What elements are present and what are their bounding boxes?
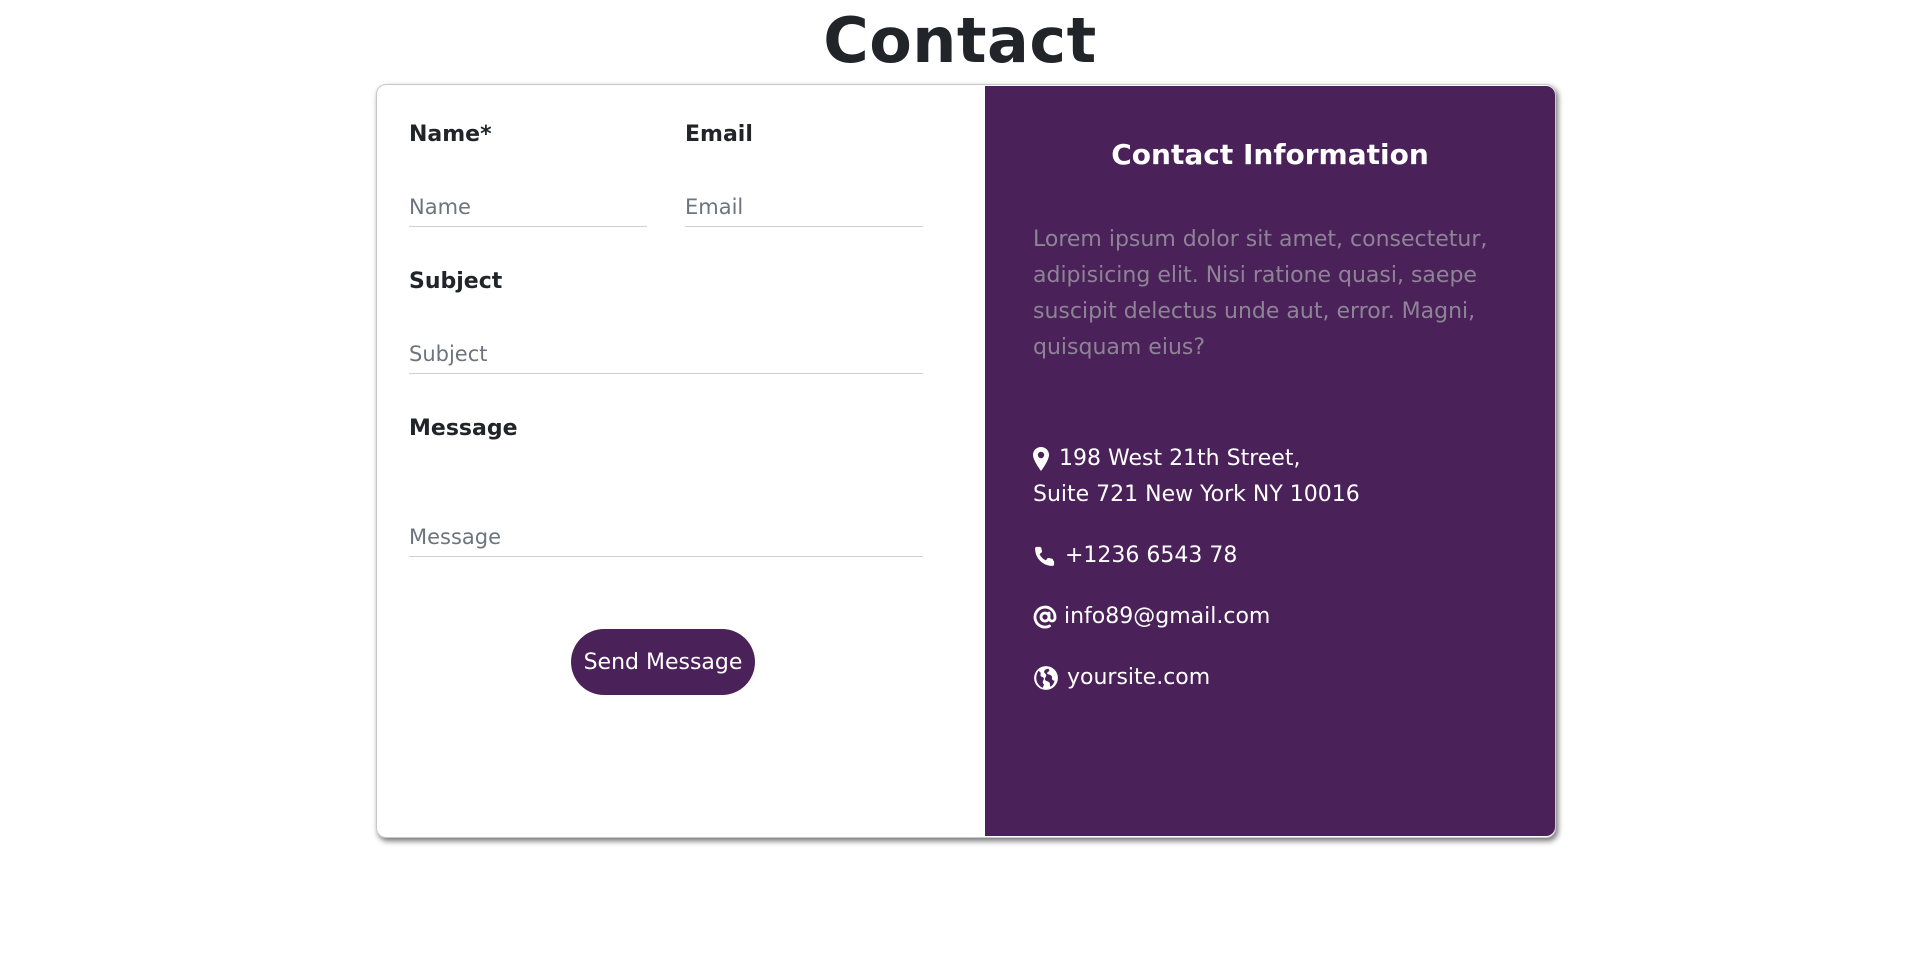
contact-info-title: Contact Information [1111,138,1429,171]
globe-icon [1033,660,1067,696]
website-row: yoursite.com [1033,660,1210,696]
send-message-button[interactable]: Send Message [571,629,755,695]
subject-input[interactable] [409,338,923,374]
email-text: info89@gmail.com [1064,604,1271,629]
email-input[interactable] [685,191,923,227]
name-input[interactable] [409,191,647,227]
address-line-1: 198 West 21th Street, [1059,446,1301,471]
contact-form: Name* Email Subject Message Send Message [377,85,985,837]
email-row: info89@gmail.com [1033,599,1270,635]
address-row: 198 West 21th Street, Suite 721 New York… [1033,441,1360,513]
phone-icon [1033,538,1065,574]
message-label: Message [409,416,518,441]
contact-info-panel: Contact Information Lorem ipsum dolor si… [985,86,1555,836]
page-title: Contact [823,4,1097,77]
email-label: Email [685,122,753,147]
map-marker-icon [1033,441,1059,477]
at-sign-icon [1033,599,1064,635]
subject-label: Subject [409,269,503,294]
name-label: Name* [409,122,492,147]
phone-row: +1236 6543 78 [1033,538,1237,574]
message-input[interactable] [409,521,923,557]
address-line-2: Suite 721 New York NY 10016 [1033,482,1360,507]
contact-info-description: Lorem ipsum dolor sit amet, consectetur,… [1033,227,1488,360]
phone-text: +1236 6543 78 [1065,543,1238,568]
contact-card: Name* Email Subject Message Send Message… [376,84,1556,838]
website-text: yoursite.com [1067,665,1211,690]
